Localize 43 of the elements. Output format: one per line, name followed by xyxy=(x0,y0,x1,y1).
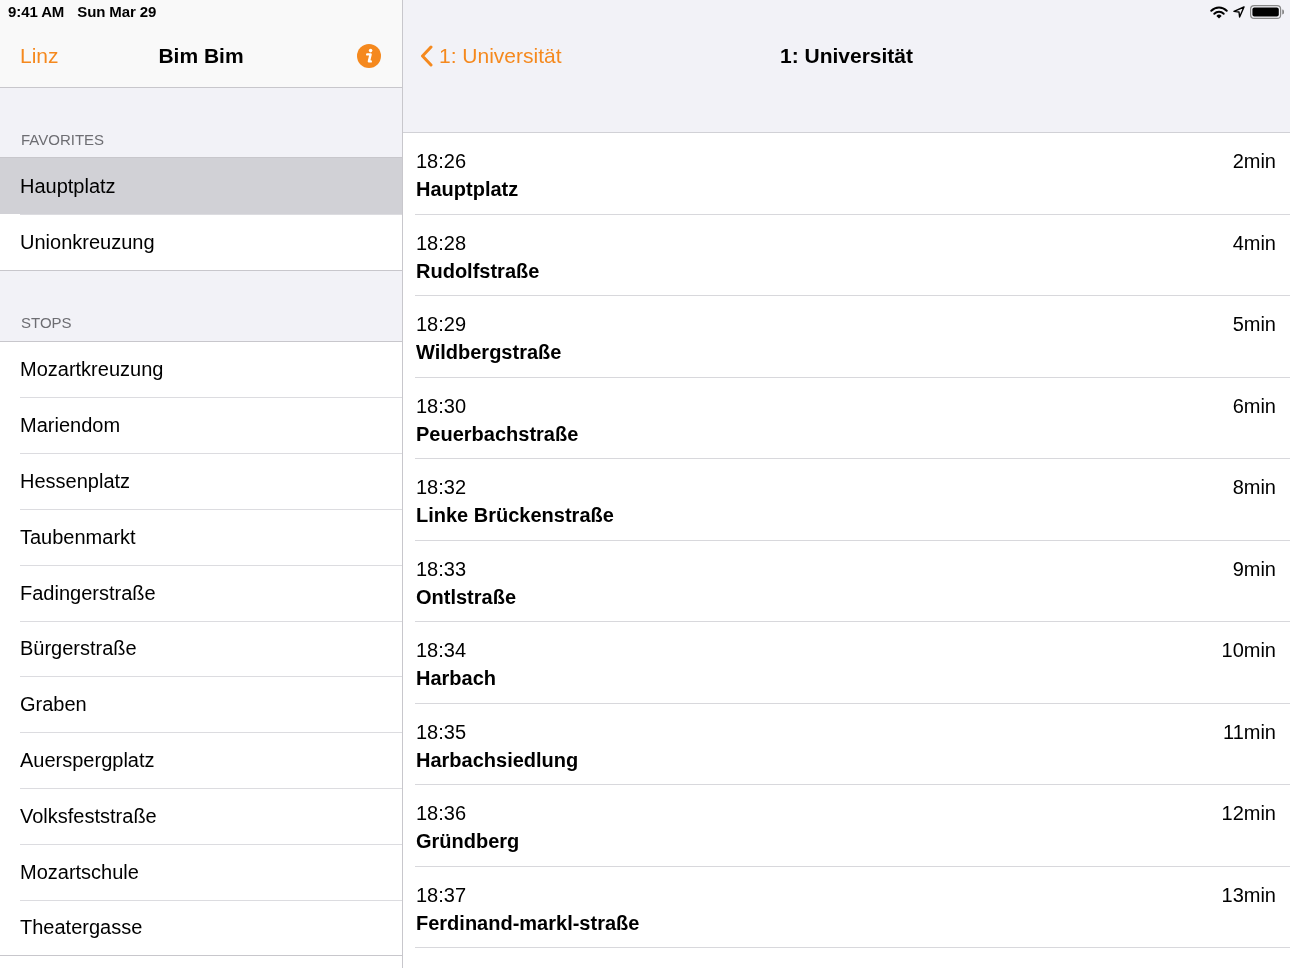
stop-name: Harbach xyxy=(416,666,497,691)
minutes-until-departure: 11min xyxy=(1223,719,1276,745)
minutes-until-departure: 9min xyxy=(1232,556,1276,582)
wifi-icon xyxy=(1210,5,1228,19)
navigation-title: 1: Universität xyxy=(780,43,913,69)
departure-time: 18:33 xyxy=(416,556,467,582)
status-time: 9:41 AM xyxy=(8,3,65,21)
departure-time: 18:26 xyxy=(416,149,467,174)
section-header: STOPS xyxy=(21,312,72,333)
battery-icon xyxy=(1250,5,1284,19)
info-icon xyxy=(357,44,381,68)
minutes-until-departure: 12min xyxy=(1221,801,1276,826)
minutes-until-departure: 8min xyxy=(1232,475,1276,500)
minutes-until-departure: 4min xyxy=(1232,230,1276,256)
departure-time: 18:36 xyxy=(416,801,467,826)
departure-time: 18:34 xyxy=(416,638,467,663)
minutes-until-departure: 13min xyxy=(1221,882,1276,908)
minutes-until-departure: 2min xyxy=(1232,149,1276,174)
stop-name: Rudolfstraße xyxy=(416,258,540,284)
info-button[interactable] xyxy=(357,44,381,68)
stop-name: Hauptplatz xyxy=(416,177,519,202)
stop-name: Ontlstraße xyxy=(416,584,517,610)
navigation-title: Bim Bim xyxy=(158,43,244,69)
chevron-left-icon xyxy=(420,45,433,67)
stop-name: Peuerbachstraße xyxy=(416,421,579,447)
departure-time: 18:28 xyxy=(416,230,467,256)
stop-name: Ferdinand-markl-straße xyxy=(416,910,640,936)
stop-name: Harbachsiedlung xyxy=(416,747,579,773)
minutes-until-departure: 6min xyxy=(1232,393,1276,419)
status-date: Sun Mar 29 xyxy=(77,3,157,21)
minutes-until-departure: 5min xyxy=(1232,312,1276,337)
stop-name: Wildbergstraße xyxy=(416,340,562,365)
departure-time: 18:32 xyxy=(416,475,467,500)
departure-time: 18:37 xyxy=(416,882,467,908)
location-arrow-icon xyxy=(1233,6,1245,18)
stop-list-item[interactable]: Hauptplatz xyxy=(0,158,402,214)
departure-time: 18:35 xyxy=(416,719,467,745)
stop-name: Linke Brückenstraße xyxy=(416,503,614,528)
section-header: FAVORITES xyxy=(21,130,105,150)
departure-time: 18:30 xyxy=(416,393,467,419)
stop-name: Gründberg xyxy=(416,829,520,854)
departure-time: 18:29 xyxy=(416,312,467,337)
minutes-until-departure: 10min xyxy=(1221,638,1276,663)
